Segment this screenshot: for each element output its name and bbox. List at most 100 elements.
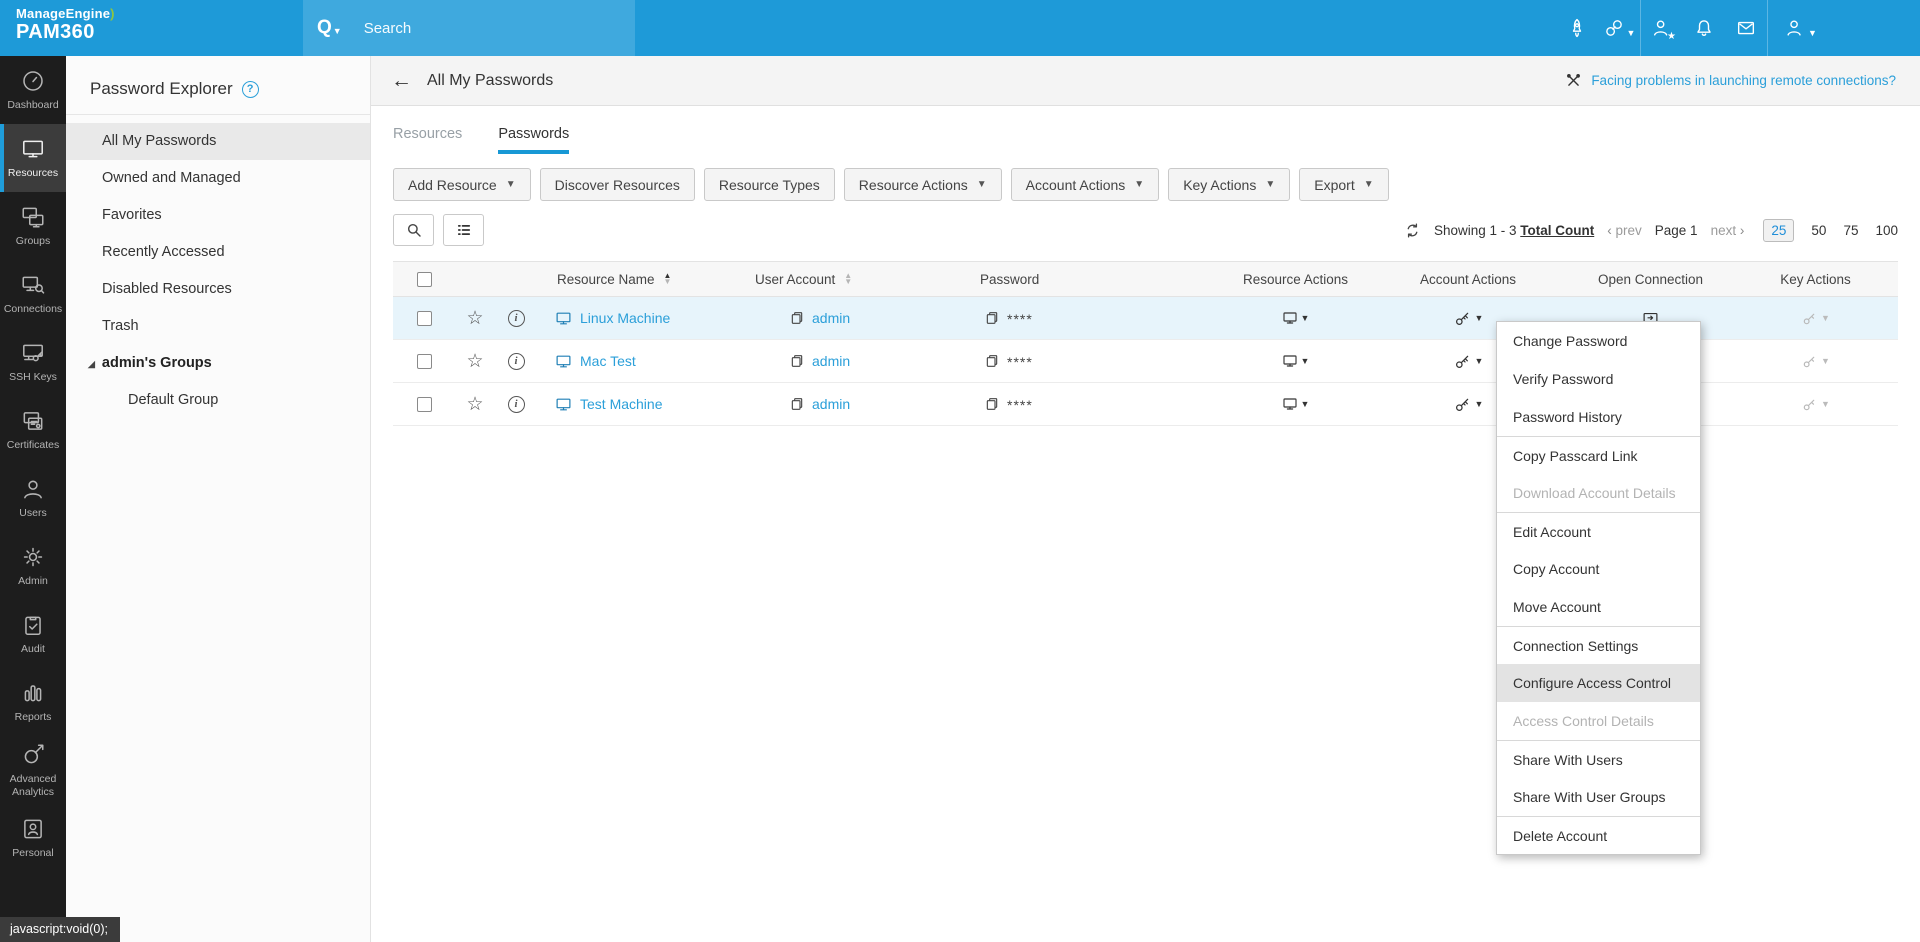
- whats-new-rocket-icon[interactable]: [1556, 0, 1598, 56]
- row-checkbox[interactable]: [416, 310, 432, 326]
- resource-actions-dropdown[interactable]: ▼: [1282, 396, 1309, 412]
- sidebar-item-certificates[interactable]: Certificates: [0, 396, 66, 464]
- refresh-icon[interactable]: [1404, 222, 1421, 239]
- sort-icon[interactable]: ▲ ▼: [664, 272, 672, 286]
- copy-icon[interactable]: [984, 310, 1000, 326]
- favorite-star-icon[interactable]: ☆: [466, 307, 483, 330]
- user-menu-icon[interactable]: ▼: [1768, 0, 1920, 56]
- info-icon[interactable]: i: [507, 395, 525, 413]
- menu-item-edit-account[interactable]: Edit Account: [1497, 512, 1700, 550]
- sidebar-item-audit[interactable]: Audit: [0, 600, 66, 668]
- total-count-link[interactable]: Total Count: [1520, 223, 1594, 238]
- resource-actions-dropdown[interactable]: ▼: [1282, 310, 1309, 326]
- account-actions-dropdown[interactable]: ▼: [1453, 309, 1483, 328]
- menu-item-delete-account[interactable]: Delete Account: [1497, 816, 1700, 854]
- mail-icon[interactable]: [1725, 0, 1767, 56]
- resource-name-link[interactable]: Mac Test: [580, 353, 636, 369]
- help-icon[interactable]: ?: [241, 80, 259, 98]
- menu-item-share-with-user-groups[interactable]: Share With User Groups: [1497, 778, 1700, 816]
- explorer-item-default-group[interactable]: Default Group: [66, 382, 370, 419]
- row-checkbox[interactable]: [416, 353, 432, 369]
- resource-types-button[interactable]: Resource Types: [703, 168, 835, 201]
- copy-icon[interactable]: [789, 396, 805, 412]
- resource-name-link[interactable]: Test Machine: [580, 396, 662, 412]
- menu-item-change-password[interactable]: Change Password: [1497, 322, 1700, 360]
- resource-actions-button[interactable]: Resource Actions ▼: [843, 168, 1002, 201]
- key-actions-dropdown[interactable]: ▼: [1801, 353, 1830, 370]
- account-actions-dropdown[interactable]: ▼: [1453, 395, 1483, 414]
- search-scope-caret-icon[interactable]: ▼: [333, 26, 342, 36]
- search-icon: [407, 223, 421, 237]
- sidebar-item-advanced-analytics[interactable]: Advanced Analytics: [0, 736, 66, 804]
- sidebar-item-groups[interactable]: Groups: [0, 192, 66, 260]
- copy-icon[interactable]: [789, 353, 805, 369]
- menu-item-configure-access-control[interactable]: Configure Access Control: [1497, 664, 1700, 702]
- menu-item-password-history[interactable]: Password History: [1497, 398, 1700, 436]
- key-actions-dropdown[interactable]: ▼: [1801, 396, 1830, 413]
- sort-icon[interactable]: ▲ ▼: [844, 272, 852, 286]
- info-icon[interactable]: i: [507, 309, 525, 327]
- column-resource-actions: Resource Actions: [1242, 271, 1349, 287]
- copy-icon[interactable]: [789, 310, 805, 326]
- explorer-item-favorites[interactable]: Favorites: [66, 197, 370, 234]
- next-page-link[interactable]: next ›: [1711, 223, 1745, 238]
- copy-icon[interactable]: [984, 396, 1000, 412]
- sidebar-item-dashboard[interactable]: Dashboard: [0, 56, 66, 124]
- discover-resources-button[interactable]: Discover Resources: [539, 168, 695, 201]
- select-all-checkbox[interactable]: [416, 271, 432, 287]
- user-star-icon[interactable]: ★: [1641, 0, 1683, 56]
- account-actions-button[interactable]: Account Actions ▼: [1010, 168, 1160, 201]
- sidebar-item-resources[interactable]: Resources: [0, 124, 66, 192]
- menu-item-verify-password[interactable]: Verify Password: [1497, 360, 1700, 398]
- page-size-100[interactable]: 100: [1875, 223, 1898, 238]
- column-chooser-button[interactable]: [443, 214, 484, 246]
- explorer-item-recently-accessed[interactable]: Recently Accessed: [66, 234, 370, 271]
- bell-icon[interactable]: [1683, 0, 1725, 56]
- resource-name-link[interactable]: Linux Machine: [580, 310, 670, 326]
- info-icon[interactable]: i: [507, 352, 525, 370]
- clipboard-check-icon: [25, 617, 41, 636]
- quick-link-icon[interactable]: ▼: [1598, 0, 1640, 56]
- menu-item-move-account[interactable]: Move Account: [1497, 588, 1700, 626]
- menu-item-connection-settings[interactable]: Connection Settings: [1497, 626, 1700, 664]
- explorer-item-disabled-resources[interactable]: Disabled Resources: [66, 271, 370, 308]
- page-size-75[interactable]: 75: [1843, 223, 1858, 238]
- copy-icon[interactable]: [984, 353, 1000, 369]
- remote-connection-help-link[interactable]: Facing problems in launching remote conn…: [1565, 72, 1896, 89]
- page-size-25[interactable]: 25: [1763, 218, 1795, 242]
- explorer-item-trash[interactable]: Trash: [66, 308, 370, 345]
- sidebar-item-reports[interactable]: Reports: [0, 668, 66, 736]
- favorite-star-icon[interactable]: ☆: [466, 350, 483, 373]
- prev-page-link[interactable]: ‹ prev: [1607, 223, 1642, 238]
- menu-item-copy-passcard-link[interactable]: Copy Passcard Link: [1497, 436, 1700, 474]
- tab-resources[interactable]: Resources: [393, 126, 462, 154]
- sidebar-item-connections[interactable]: Connections: [0, 260, 66, 328]
- tab-passwords[interactable]: Passwords: [498, 126, 569, 154]
- column-password: Password: [980, 271, 1040, 287]
- back-arrow-icon[interactable]: ←: [391, 69, 412, 93]
- search-scope-icon[interactable]: Q: [317, 17, 332, 39]
- sidebar-item-users[interactable]: Users: [0, 464, 66, 532]
- search-input[interactable]: [361, 18, 592, 38]
- resource-actions-dropdown[interactable]: ▼: [1282, 353, 1309, 369]
- table-search-button[interactable]: [393, 214, 434, 246]
- user-account-link[interactable]: admin: [812, 396, 850, 412]
- row-checkbox[interactable]: [416, 396, 432, 412]
- user-account-link[interactable]: admin: [812, 353, 850, 369]
- add-resource-button[interactable]: Add Resource ▼: [393, 168, 531, 201]
- explorer-group-admins-groups[interactable]: ◢ admin's Groups: [66, 345, 370, 382]
- explorer-item-owned-and-managed[interactable]: Owned and Managed: [66, 160, 370, 197]
- key-actions-button[interactable]: Key Actions ▼: [1168, 168, 1291, 201]
- user-account-link[interactable]: admin: [812, 310, 850, 326]
- explorer-item-all-my-passwords[interactable]: All My Passwords: [66, 123, 370, 160]
- sidebar-item-admin[interactable]: Admin: [0, 532, 66, 600]
- sidebar-item-personal[interactable]: Personal: [0, 804, 66, 872]
- account-actions-dropdown[interactable]: ▼: [1453, 352, 1483, 371]
- menu-item-share-with-users[interactable]: Share With Users: [1497, 740, 1700, 778]
- favorite-star-icon[interactable]: ☆: [466, 393, 483, 416]
- menu-item-copy-account[interactable]: Copy Account: [1497, 550, 1700, 588]
- key-actions-dropdown[interactable]: ▼: [1801, 310, 1830, 327]
- export-button[interactable]: Export ▼: [1299, 168, 1389, 201]
- sidebar-item-ssh-keys[interactable]: SSH Keys: [0, 328, 66, 396]
- page-size-50[interactable]: 50: [1811, 223, 1826, 238]
